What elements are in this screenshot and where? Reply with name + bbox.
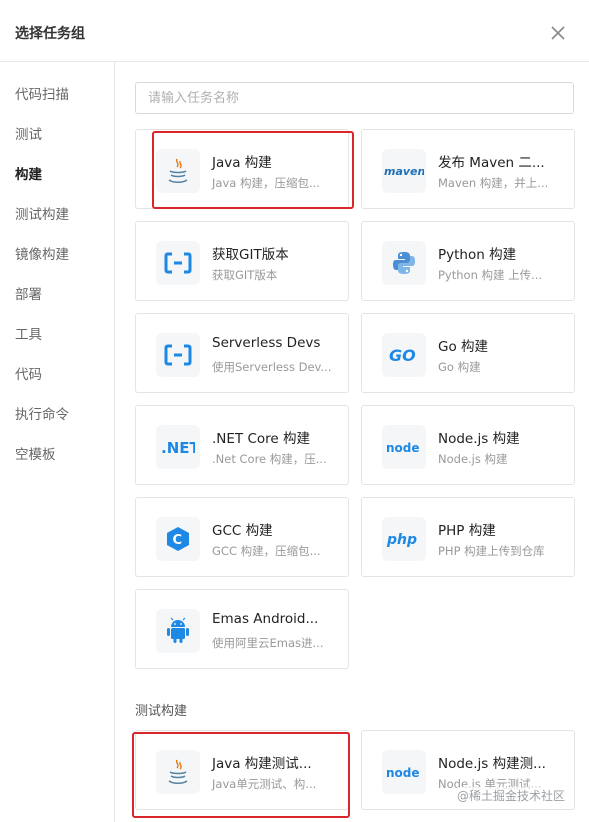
card-desc: 获取GIT版本: [212, 268, 278, 282]
card-name: Python 构建: [438, 247, 517, 263]
card-maven-publish[interactable]: maven 发布 Maven 二... Maven 构建，并上...: [361, 129, 575, 209]
watermark-text: @稀土掘金技术社区: [457, 787, 566, 804]
svg-text:maven: maven: [384, 165, 424, 178]
java-icon: [156, 149, 200, 193]
card-name: Java 构建: [212, 155, 272, 171]
sidebar-item-code-scan[interactable]: 代码扫描: [15, 85, 69, 105]
go-icon: GO: [382, 333, 426, 377]
card-php-build[interactable]: php PHP 构建 PHP 构建上传到仓库: [361, 497, 575, 577]
card-serverless-devs[interactable]: Serverless Devs 使用Serverless Dev...: [135, 313, 349, 393]
card-gcc-build[interactable]: C GCC 构建 GCC 构建，压缩包...: [135, 497, 349, 577]
card-desc: PHP 构建上传到仓库: [438, 544, 545, 558]
card-emas-android[interactable]: Emas Android... 使用阿里云Emas进...: [135, 589, 349, 669]
sidebar-item-code[interactable]: 代码: [15, 365, 42, 385]
svg-text:GO: GO: [389, 347, 416, 363]
card-name: .NET Core 构建: [212, 431, 310, 447]
card-dotnet-build[interactable]: .NET .NET Core 构建 .Net Core 构建，压...: [135, 405, 349, 485]
svg-text:php: php: [386, 532, 417, 547]
sidebar-item-tools[interactable]: 工具: [15, 325, 42, 345]
card-desc: Python 构建 上传...: [438, 268, 543, 282]
python-icon: [382, 241, 426, 285]
card-nodejs-build[interactable]: node Node.js 构建 Node.js 构建: [361, 405, 575, 485]
card-name: Node.js 构建: [438, 431, 520, 447]
card-java-build[interactable]: Java 构建 Java 构建，压缩包...: [135, 129, 349, 209]
card-go-build[interactable]: GO Go 构建 Go 构建: [361, 313, 575, 393]
card-name: Node.js 构建测...: [438, 756, 546, 772]
svg-text:node: node: [386, 441, 420, 454]
sidebar-item-test[interactable]: 测试: [15, 125, 42, 145]
task-group-dialog: 选择任务组 代码扫描 测试 构建 测试构建 镜像构建 部署 工具 代码 执行命令…: [0, 0, 589, 822]
card-java-build-test[interactable]: Java 构建测试... Java单元测试、构...: [135, 730, 349, 810]
sidebar-item-image-build[interactable]: 镜像构建: [15, 245, 69, 265]
card-desc: GCC 构建，压缩包...: [212, 544, 321, 558]
sidebar-item-build[interactable]: 构建: [15, 165, 42, 185]
card-name: GCC 构建: [212, 523, 273, 539]
serverless-devs-icon: [156, 333, 200, 377]
sidebar-item-empty-template[interactable]: 空模板: [15, 445, 56, 465]
section-title-test-build: 测试构建: [135, 704, 188, 719]
card-name: Go 构建: [438, 339, 489, 355]
card-name: Java 构建测试...: [212, 756, 312, 772]
php-icon: php: [382, 517, 426, 561]
task-search-input[interactable]: [135, 82, 574, 114]
task-list-panel: Java 构建 Java 构建，压缩包... maven 发布 Maven 二.…: [116, 62, 589, 822]
sidebar-item-exec-command[interactable]: 执行命令: [15, 405, 69, 425]
card-desc: 使用Serverless Dev...: [212, 360, 332, 374]
card-desc: Maven 构建，并上...: [438, 176, 549, 190]
svg-text:C: C: [173, 533, 183, 548]
card-desc: Java 构建，压缩包...: [212, 176, 320, 190]
maven-icon: maven: [382, 149, 426, 193]
category-sidebar: 代码扫描 测试 构建 测试构建 镜像构建 部署 工具 代码 执行命令 空模板: [0, 62, 115, 822]
svg-text:.NET: .NET: [161, 439, 195, 456]
nodejs-icon: node: [382, 750, 426, 794]
svg-text:node: node: [386, 766, 420, 779]
dialog-header: 选择任务组: [0, 0, 589, 62]
nodejs-icon: node: [382, 425, 426, 469]
java-icon: [156, 750, 200, 794]
card-name: PHP 构建: [438, 523, 496, 539]
dialog-title: 选择任务组: [15, 26, 85, 42]
sidebar-item-test-build[interactable]: 测试构建: [15, 205, 69, 225]
card-name: Serverless Devs: [212, 335, 321, 351]
gcc-icon: C: [156, 517, 200, 561]
card-git-version[interactable]: 获取GIT版本 获取GIT版本: [135, 221, 349, 301]
card-desc: Java单元测试、构...: [212, 777, 317, 791]
git-version-icon: [156, 241, 200, 285]
card-desc: 使用阿里云Emas进...: [212, 636, 324, 650]
card-desc: Go 构建: [438, 360, 481, 374]
card-name: 获取GIT版本: [212, 247, 289, 263]
card-desc: Node.js 构建: [438, 452, 508, 466]
android-icon: [156, 609, 200, 653]
close-icon[interactable]: [546, 21, 570, 45]
dotnet-icon: .NET: [156, 425, 200, 469]
card-name: Emas Android...: [212, 611, 319, 627]
sidebar-item-deploy[interactable]: 部署: [15, 285, 42, 305]
card-desc: .Net Core 构建，压...: [212, 452, 327, 466]
card-name: 发布 Maven 二...: [438, 155, 545, 171]
card-python-build[interactable]: Python 构建 Python 构建 上传...: [361, 221, 575, 301]
